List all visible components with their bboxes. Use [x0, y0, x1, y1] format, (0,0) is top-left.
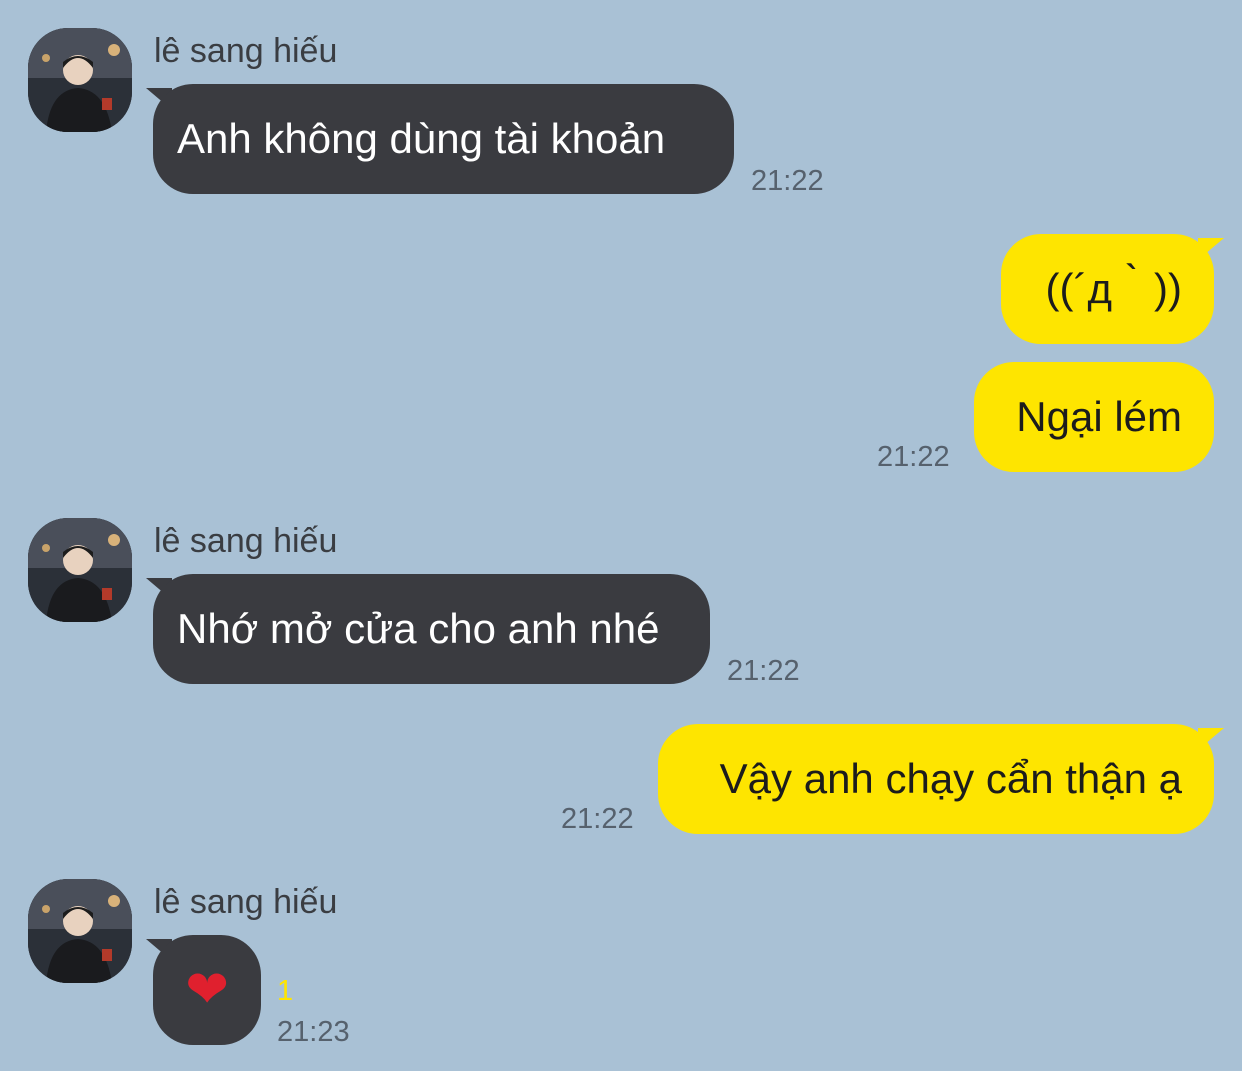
unread-count: 1: [277, 975, 294, 1007]
message-time: 21:22: [751, 165, 824, 197]
bubble-tail: [1198, 728, 1224, 750]
sender-name: lê sang hiếu: [154, 32, 338, 70]
bubble-tail: [1198, 238, 1224, 260]
message-bubble[interactable]: ((´д｀)): [1001, 234, 1214, 344]
message-bubble[interactable]: Vậy anh chạy cẩn thận ạ: [658, 724, 1214, 834]
sender-avatar[interactable]: [28, 518, 132, 622]
sender-avatar[interactable]: [28, 28, 132, 132]
message-bubble[interactable]: Ngại lém: [974, 362, 1214, 472]
message-time: 21:22: [877, 441, 950, 473]
sender-name: lê sang hiếu: [154, 522, 338, 560]
message-bubble[interactable]: Anh không dùng tài khoản: [153, 84, 734, 194]
message-time: 21:22: [727, 655, 800, 687]
message-bubble[interactable]: ❤: [153, 935, 261, 1045]
sender-avatar[interactable]: [28, 879, 132, 983]
message-time: 21:23: [277, 1016, 350, 1048]
message-time: 21:22: [561, 803, 634, 835]
heart-icon: ❤: [185, 960, 229, 1020]
sender-name: lê sang hiếu: [154, 883, 338, 921]
message-bubble[interactable]: Nhớ mở cửa cho anh nhé: [153, 574, 710, 684]
